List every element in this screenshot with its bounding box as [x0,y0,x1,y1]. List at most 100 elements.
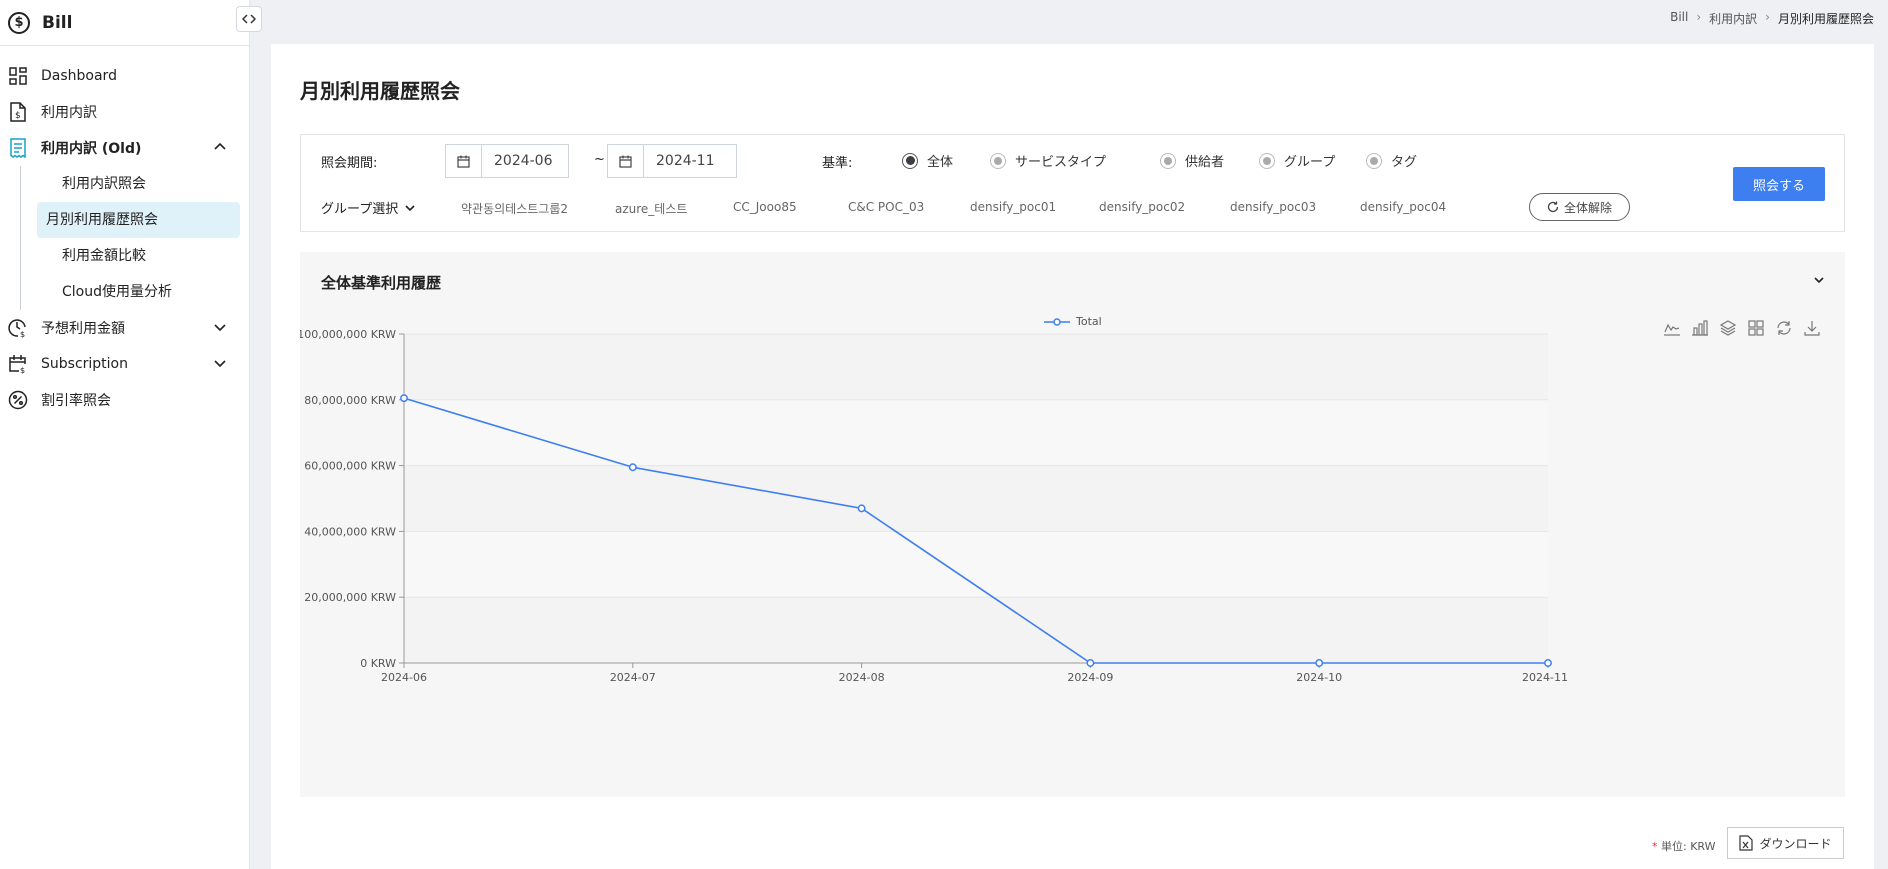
chart-panel: 全体基準利用履歴 Total 0 KRW 20,000,000 KRW 40,000… [300,252,1845,797]
y-tick-label: 60,000,000 KRW [304,460,396,473]
sidebar-item-subscription[interactable]: $ Subscription [0,346,249,382]
sidebar-subitem-active[interactable]: 月別利用履歴照会 [37,202,240,238]
group-tag[interactable]: densify_poc03 [1230,200,1316,214]
radio-service-type[interactable]: サービスタイプ [990,151,1106,170]
receipt-icon [8,138,28,158]
breadcrumb-item[interactable]: 利用内訳 [1709,10,1757,27]
sidebar-item-usage-old[interactable]: 利用内訳 (Old) [0,130,249,166]
data-point [1544,659,1552,667]
sidebar-subitem[interactable]: 利用内訳照会 [37,166,240,202]
x-tick-label: 2024-08 [839,671,885,684]
percent-icon [8,390,28,410]
sidebar-item-label: 利用内訳 (Old) [41,141,142,157]
download-button[interactable]: ダウンロード [1727,827,1844,859]
data-point [400,394,408,403]
sidebar-submenu: 利用内訳照会 月別利用履歴照会 利用金額比較 Cloud使用量分析 [20,166,249,310]
radio-indicator [990,152,1006,169]
group-select-dropdown[interactable]: グループ選択 [321,198,416,217]
radio-indicator [902,152,918,169]
chevron-down-icon [405,204,415,211]
sidebar-item-label: 予想利用金額 [41,321,125,337]
radio-all[interactable]: 全体 [902,151,953,170]
refresh-icon [1547,201,1559,213]
calendar-icon [608,145,644,177]
basis-label: 基準: [822,156,853,171]
excel-file-icon [1739,835,1754,851]
svg-text:$: $ [20,330,25,338]
breadcrumb-current: 月別利用履歴照会 [1777,12,1874,26]
required-marker: * [1652,840,1658,853]
chevron-down-icon[interactable] [213,320,227,338]
radio-label: タグ [1391,155,1418,170]
radio-tag[interactable]: タグ [1366,151,1417,170]
page-title: 月別利用履歴照会 [300,79,460,103]
sidebar: $ Bill Dashboard $ 利用内訳 利用内訳 (Old) 利用内訳照… [0,0,250,869]
sidebar-collapse-button[interactable] [236,6,262,32]
grid-band [404,597,1548,663]
radio-label: 供給者 [1185,155,1225,170]
clock-dollar-icon: $ [8,318,28,338]
group-tag[interactable]: densify_poc02 [1099,200,1185,214]
date-to-value: 2024-11 [656,153,715,169]
main-content: 月別利用履歴照会 照会期間: 2024-06 ~ 2024-11 基準: 全体 … [271,44,1874,869]
sidebar-subitem[interactable]: 利用金額比較 [37,238,240,274]
sidebar-item-usage[interactable]: $ 利用内訳 [0,94,249,130]
y-tick-label: 80,000,000 KRW [304,394,396,407]
sidebar-item-label: 利用内訳 [41,105,97,121]
radio-indicator [1160,152,1176,169]
x-tick-label: 2024-07 [610,671,656,684]
date-to-field[interactable]: 2024-11 [607,144,737,178]
radio-supplier[interactable]: 供給者 [1160,151,1224,170]
group-tag[interactable]: densify_poc04 [1360,200,1446,214]
app-title: Bill [42,12,73,33]
document-dollar-icon: $ [8,102,28,122]
x-tick-label: 2024-06 [381,671,427,684]
calendar-icon [446,145,482,177]
sidebar-item-label: Dashboard [41,68,117,84]
grid-band [404,399,1548,466]
sidebar-item-dashboard[interactable]: Dashboard [0,58,249,94]
dashboard-icon [8,66,28,86]
dollar-logo-icon: $ [8,11,30,34]
sidebar-subitem[interactable]: Cloud使用量分析 [37,274,240,310]
breadcrumb-separator-icon: › [1765,10,1770,24]
brand: $ Bill [0,0,249,46]
data-point [857,504,866,513]
breadcrumb-separator-icon: › [1696,10,1702,24]
usage-line-chart: 0 KRW 20,000,000 KRW 40,000,000 KRW 60,000,… [300,328,1568,684]
grid-band [404,531,1548,598]
radio-label: グループ [1284,155,1336,170]
group-tag[interactable]: 약관동의테스트그룹2 [461,200,568,217]
radio-label: 全体 [927,155,954,170]
unit-note: * 単位: KRW [1652,838,1716,854]
svg-text:$: $ [20,366,25,374]
chevron-up-icon[interactable] [213,140,227,158]
sidebar-item-label: 割引率照会 [41,393,111,409]
radio-label: サービスタイプ [1015,155,1107,170]
x-tick-label: 2024-11 [1522,671,1568,684]
date-separator: ~ [594,152,605,167]
data-point [1086,659,1095,667]
x-tick-label: 2024-09 [1067,671,1113,684]
breadcrumb-item[interactable]: Bill [1670,10,1688,27]
y-tick-label: 40,000,000 KRW [304,525,396,538]
group-tag[interactable]: densify_poc01 [970,200,1056,214]
date-from-field[interactable]: 2024-06 [445,144,569,178]
y-tick-label: 0 KRW [360,657,396,670]
reset-label: 全体解除 [1563,200,1612,215]
period-label: 照会期間: [321,156,378,171]
group-tag[interactable]: C&C POC_03 [848,200,924,214]
chevron-down-icon[interactable] [213,356,227,374]
radio-group[interactable]: グループ [1259,151,1335,170]
sidebar-item-forecast[interactable]: $ 予想利用金額 [0,310,249,346]
radio-indicator [1259,152,1275,169]
sidebar-nav: Dashboard $ 利用内訳 利用内訳 (Old) 利用内訳照会 月別利用履… [0,46,249,418]
search-button[interactable]: 照会する [1733,167,1825,201]
reset-all-button[interactable]: 全体解除 [1529,193,1630,221]
group-tag[interactable]: CC_Jooo85 [733,200,797,214]
svg-text:$: $ [15,111,21,121]
group-tag[interactable]: azure_테스트 [615,200,687,217]
sidebar-item-discount[interactable]: 割引率照会 [0,382,249,418]
breadcrumb: Bill › 利用内訳 › 月別利用履歴照会 [1670,10,1874,27]
radio-indicator [1366,152,1382,169]
